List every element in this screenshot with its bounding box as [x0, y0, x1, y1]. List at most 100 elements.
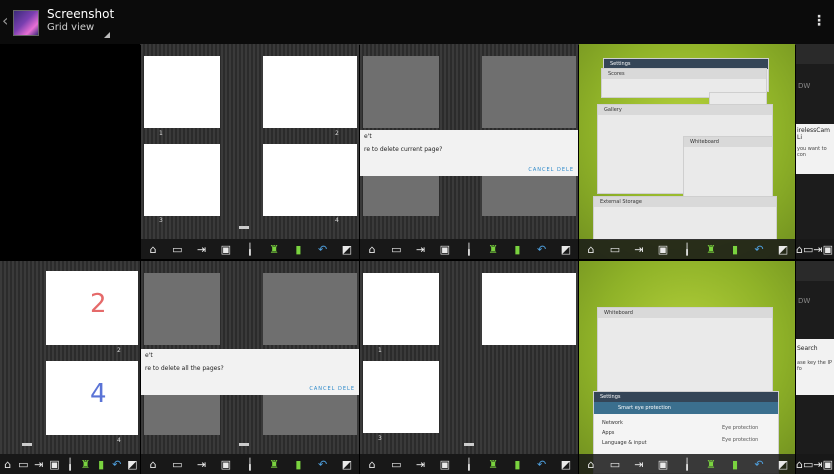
handwritten-digit: 4: [90, 379, 107, 409]
home-icon[interactable]: ⌂: [0, 454, 16, 474]
page-indicator: [239, 443, 249, 446]
page-thumb: [144, 144, 220, 216]
overflow-menu-icon[interactable]: ⋮: [812, 14, 826, 28]
screen-icon[interactable]: ▣: [651, 239, 675, 259]
settings-item[interactable]: Apps: [602, 428, 647, 438]
brush-icon[interactable]: ♜: [78, 454, 94, 474]
exit-icon[interactable]: ⇥: [189, 454, 213, 474]
pen-icon[interactable]: ╽: [457, 239, 481, 259]
eraser-icon[interactable]: ◩: [554, 454, 578, 474]
exit-icon[interactable]: ⇥: [189, 239, 213, 259]
brush-icon[interactable]: ♜: [262, 454, 286, 474]
brush-icon[interactable]: ♜: [481, 454, 505, 474]
marker-icon[interactable]: ▮: [93, 454, 109, 474]
marker-icon[interactable]: ▮: [286, 239, 310, 259]
window-icon[interactable]: ▭: [165, 454, 189, 474]
screen-icon[interactable]: ▣: [823, 239, 833, 259]
screen-icon[interactable]: ▣: [651, 454, 675, 474]
page-thumb: [363, 361, 439, 433]
window-icon[interactable]: ▭: [384, 454, 408, 474]
screen-icon[interactable]: ▣: [214, 454, 238, 474]
screen-icon[interactable]: ▣: [823, 454, 833, 474]
thumbnail-r2c2[interactable]: e't re to delete all the pages? CANCEL D…: [141, 261, 359, 474]
view-mode-dropdown-icon[interactable]: [104, 32, 110, 38]
screen-icon[interactable]: ▣: [47, 454, 63, 474]
exit-icon[interactable]: ⇥: [813, 239, 822, 259]
marker-icon[interactable]: ▮: [505, 454, 529, 474]
window-icon[interactable]: ▭: [803, 454, 813, 474]
thumbnail-r1c3[interactable]: e't re to delete current page? CANCEL DE…: [360, 44, 578, 259]
pen-icon[interactable]: ╽: [62, 454, 78, 474]
thumbnail-r2c3[interactable]: 1 3 ⌂ ▭ ⇥ ▣ ╽ ♜ ▮ ↶ ◩: [360, 261, 578, 474]
settings-header: Smart eye protection: [594, 402, 778, 414]
exit-icon[interactable]: ⇥: [813, 454, 822, 474]
home-icon[interactable]: ⌂: [141, 454, 165, 474]
home-icon[interactable]: ⌂: [360, 454, 384, 474]
screen-icon[interactable]: ▣: [214, 239, 238, 259]
thumbnail-r1c1[interactable]: [0, 44, 140, 259]
exit-icon[interactable]: ⇥: [31, 454, 47, 474]
home-icon[interactable]: ⌂: [796, 239, 803, 259]
eraser-icon[interactable]: ◩: [125, 454, 141, 474]
eraser-icon[interactable]: ◩: [335, 454, 359, 474]
undo-icon[interactable]: ↶: [530, 454, 554, 474]
home-icon[interactable]: ⌂: [796, 454, 803, 474]
window-icon[interactable]: ▭: [603, 239, 627, 259]
settings-item[interactable]: Network: [602, 418, 647, 428]
brush-icon[interactable]: ♜: [699, 239, 723, 259]
pen-icon[interactable]: ╽: [238, 239, 262, 259]
header-strip: [796, 44, 834, 64]
brush-icon[interactable]: ♜: [699, 454, 723, 474]
pen-icon[interactable]: ╽: [457, 454, 481, 474]
eraser-icon[interactable]: ◩: [335, 239, 359, 259]
settings-detail: Eye protection Eye protection: [722, 422, 758, 446]
dialog-buttons[interactable]: CANCEL DELE: [528, 167, 574, 173]
undo-icon[interactable]: ↶: [747, 239, 771, 259]
exit-icon[interactable]: ⇥: [408, 454, 432, 474]
settings-item[interactable]: Language & input: [602, 438, 647, 448]
exit-icon[interactable]: ⇥: [627, 239, 651, 259]
marker-icon[interactable]: ▮: [505, 239, 529, 259]
eraser-icon[interactable]: ◩: [554, 239, 578, 259]
dialog-title: irelessCam Li: [797, 127, 831, 141]
view-mode-label[interactable]: Grid view: [47, 22, 94, 34]
brush-icon[interactable]: ♜: [262, 239, 286, 259]
home-icon[interactable]: ⌂: [141, 239, 165, 259]
thumbnail-r2c4[interactable]: Whiteboard Settings Smart eye protection…: [579, 261, 795, 474]
window-icon[interactable]: ▭: [603, 454, 627, 474]
screen-icon[interactable]: ▣: [433, 239, 457, 259]
window-icon[interactable]: ▭: [384, 239, 408, 259]
thumbnail-r1c2[interactable]: 1 2 3 4 ⌂ ▭ ⇥ ▣ ╽ ♜ ▮ ↶ ◩: [141, 44, 359, 259]
screen-icon[interactable]: ▣: [433, 454, 457, 474]
undo-icon[interactable]: ↶: [530, 239, 554, 259]
window-icon[interactable]: ▭: [165, 239, 189, 259]
marker-icon[interactable]: ▮: [723, 454, 747, 474]
eraser-icon[interactable]: ◩: [771, 454, 795, 474]
pen-icon[interactable]: ╽: [238, 454, 262, 474]
thumbnail-r2c1[interactable]: 2 4 2 4 ⌂ ▭ ⇥ ▣ ╽ ♜ ▮ ↶ ◩: [0, 261, 140, 474]
back-icon[interactable]: ‹: [2, 13, 8, 29]
pen-icon[interactable]: ╽: [675, 239, 699, 259]
home-icon[interactable]: ⌂: [360, 239, 384, 259]
exit-icon[interactable]: ⇥: [408, 239, 432, 259]
page-indicator: [22, 443, 32, 446]
undo-icon[interactable]: ↶: [311, 454, 335, 474]
marker-icon[interactable]: ▮: [286, 454, 310, 474]
thumbnail-r1c4[interactable]: Settings Scores Gallery Whiteboard Exter…: [579, 44, 795, 259]
window-icon[interactable]: ▭: [16, 454, 32, 474]
home-icon[interactable]: ⌂: [579, 239, 603, 259]
dialog-buttons[interactable]: CANCEL DELE: [309, 386, 355, 392]
pen-icon[interactable]: ╽: [675, 454, 699, 474]
home-icon[interactable]: ⌂: [579, 454, 603, 474]
exit-icon[interactable]: ⇥: [627, 454, 651, 474]
page-thumb: [363, 174, 439, 216]
thumbnail-r1c5[interactable]: DW irelessCam Li you want to con ⌂▭⇥▣╽♜▮…: [796, 44, 834, 259]
eraser-icon[interactable]: ◩: [771, 239, 795, 259]
undo-icon[interactable]: ↶: [747, 454, 771, 474]
undo-icon[interactable]: ↶: [109, 454, 125, 474]
thumbnail-r2c5[interactable]: DW Search ase key the IP fo ⌂▭⇥▣╽♜▮↶◩: [796, 261, 834, 474]
marker-icon[interactable]: ▮: [723, 239, 747, 259]
undo-icon[interactable]: ↶: [311, 239, 335, 259]
brush-icon[interactable]: ♜: [481, 239, 505, 259]
window-icon[interactable]: ▭: [803, 239, 813, 259]
